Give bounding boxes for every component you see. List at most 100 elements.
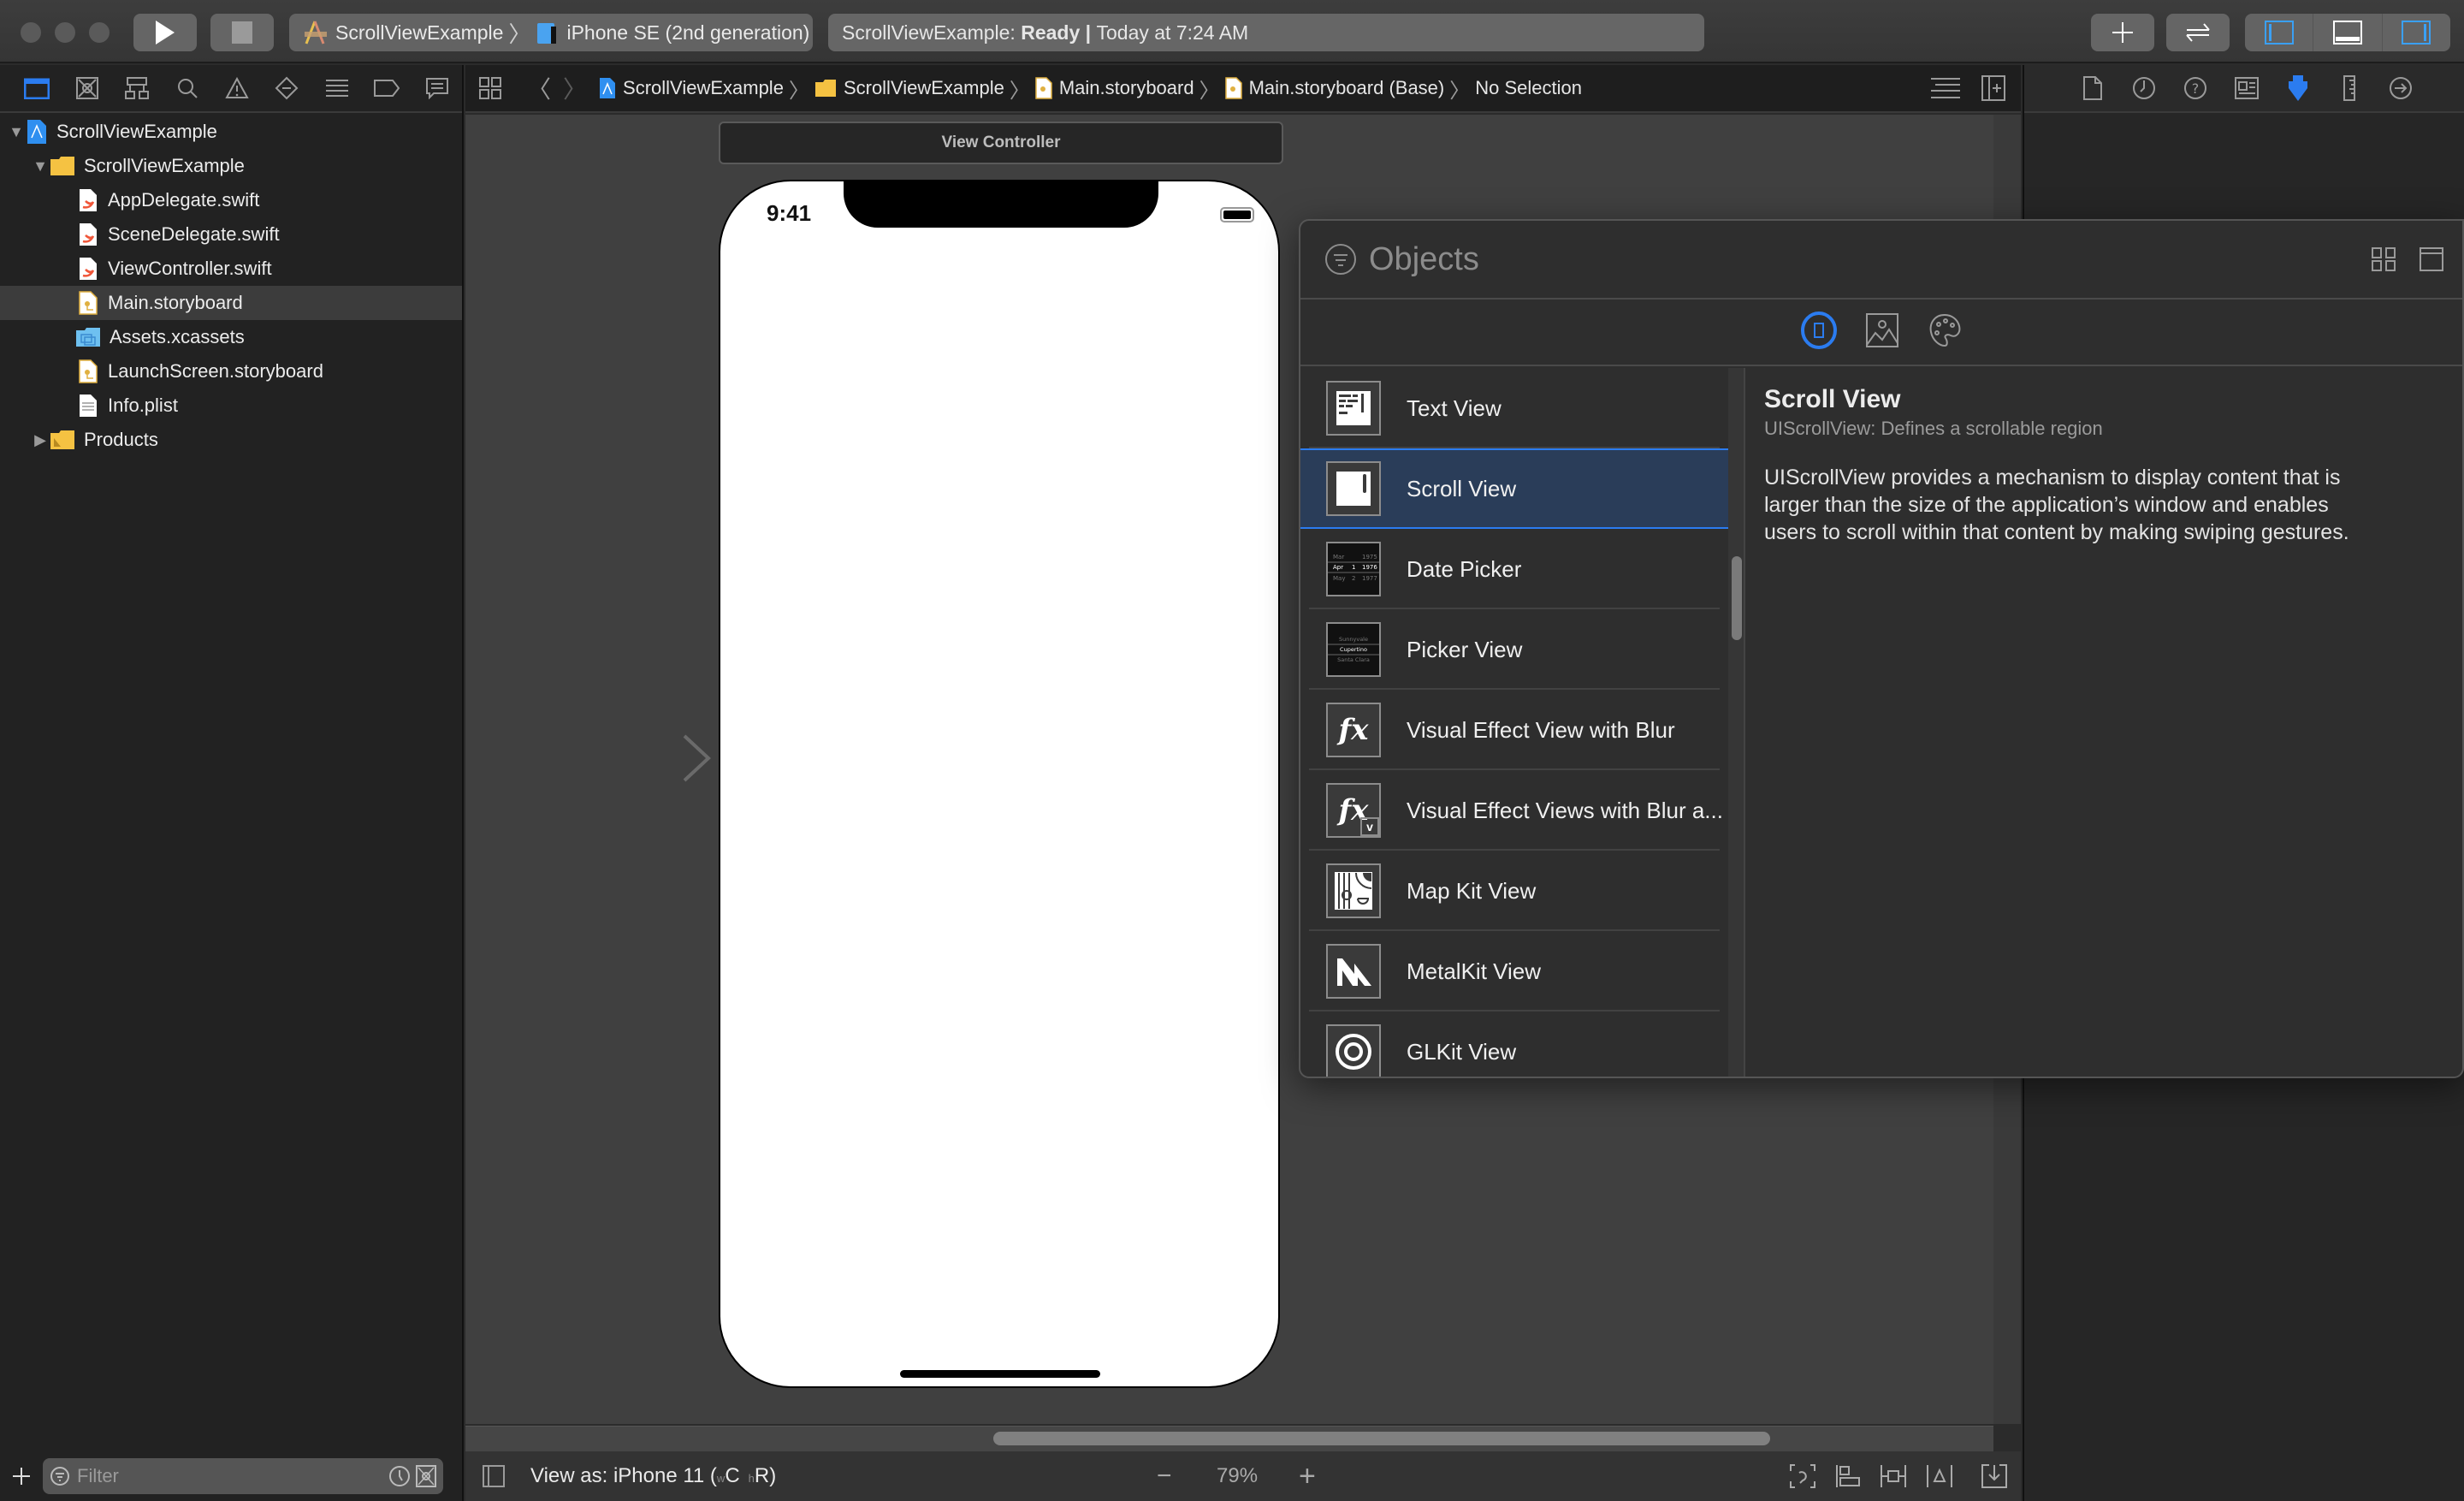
code-review-button[interactable] — [2166, 14, 2230, 51]
library-search-input[interactable] — [1369, 240, 2366, 278]
disclosure-open-icon[interactable]: ▼ — [7, 123, 26, 141]
editor-options-icon[interactable] — [1930, 76, 1961, 100]
resolve-issues-icon[interactable] — [1981, 1464, 2007, 1488]
view-as-device-button[interactable]: View as: iPhone 11 ( w C h R) — [530, 1464, 776, 1488]
run-button[interactable] — [133, 14, 197, 51]
back-button[interactable]: 〈 — [527, 71, 551, 105]
stack-view-icon[interactable] — [1836, 1464, 1860, 1488]
tab-attributes-inspector[interactable] — [2272, 71, 2324, 105]
library-item-map-kit[interactable]: Map Kit View — [1300, 851, 1728, 931]
tab-identity-inspector[interactable] — [2221, 71, 2272, 105]
view-controller-scene[interactable]: 9:41 — [719, 180, 1280, 1388]
icon-view-button[interactable] — [2366, 242, 2401, 276]
library-item-picker-view[interactable]: Sunnyvale Cupertino Santa Clara Picker V… — [1300, 609, 1728, 690]
tree-item-group[interactable]: ▼ ScrollViewExample — [0, 149, 462, 183]
library-item-visual-effect-vibrancy[interactable]: fx v Visual Effect Views with Blur a... — [1300, 770, 1728, 851]
tab-history-inspector[interactable] — [2118, 71, 2170, 105]
breadcrumb-project[interactable]: ScrollViewExample — [599, 77, 784, 99]
tree-item-file[interactable]: Info.plist — [0, 389, 462, 423]
library-button[interactable] — [2091, 14, 2154, 51]
navigator-filter-input[interactable] — [77, 1465, 388, 1487]
disclosure-open-icon[interactable]: ▼ — [31, 157, 50, 175]
library-item-scroll-view[interactable]: Scroll View — [1300, 448, 1728, 529]
library-item-date-picker[interactable]: Mar 1975 Apr 1 1976 May 2 1977 Date Pick… — [1300, 529, 1728, 609]
tab-project-navigator[interactable] — [12, 71, 62, 105]
toggle-navigator-button[interactable] — [2245, 14, 2314, 51]
status-project: ScrollViewExample: — [842, 21, 1016, 44]
map-kit-icon — [1326, 863, 1381, 918]
toggle-debug-area-button[interactable] — [2313, 14, 2383, 51]
zoom-window-button[interactable] — [89, 22, 110, 43]
source-control-filter-icon[interactable] — [416, 1465, 436, 1487]
picker-row: Santa Clara — [1337, 656, 1370, 663]
tree-item-label: ViewController.swift — [108, 258, 272, 279]
tab-debug-navigator[interactable] — [312, 71, 362, 105]
tree-item-file[interactable]: LaunchScreen.storyboard — [0, 354, 462, 389]
recent-files-icon[interactable] — [388, 1465, 411, 1487]
tab-size-inspector[interactable] — [2324, 71, 2375, 105]
file-inspector-icon — [2083, 76, 2102, 100]
xcode-project-icon — [600, 78, 616, 98]
tab-file-inspector[interactable] — [2067, 71, 2118, 105]
tree-item-file[interactable]: Assets.xcassets — [0, 320, 462, 354]
breadcrumb-localization[interactable]: Main.storyboard (Base) — [1224, 77, 1444, 99]
tab-quick-help[interactable]: ? — [2170, 71, 2221, 105]
tree-item-file-selected[interactable]: Main.storyboard — [0, 286, 462, 320]
scene-dock[interactable]: View Controller — [719, 122, 1283, 164]
forward-button[interactable]: 〉 — [563, 71, 587, 105]
tree-item-project[interactable]: ▼ ScrollViewExample — [0, 115, 462, 149]
disclosure-closed-icon[interactable]: ▶ — [31, 431, 50, 449]
zoom-in-button[interactable]: + — [1299, 1460, 1316, 1493]
detail-view-button[interactable] — [2414, 242, 2449, 276]
breadcrumb-selection[interactable]: No Selection — [1475, 77, 1582, 99]
tab-issue-navigator[interactable] — [212, 71, 262, 105]
tab-breakpoint-navigator[interactable] — [362, 71, 412, 105]
stop-button[interactable] — [210, 14, 274, 51]
tab-objects-library[interactable] — [1800, 311, 1838, 353]
tab-symbol-navigator[interactable] — [112, 71, 162, 105]
tab-find-navigator[interactable] — [162, 71, 211, 105]
initial-view-controller-arrow-icon[interactable] — [577, 733, 714, 784]
horizontal-scroll-thumb[interactable] — [993, 1432, 1770, 1445]
tree-item-file[interactable]: SceneDelegate.swift — [0, 217, 462, 252]
add-file-icon[interactable] — [12, 1467, 31, 1486]
tab-test-navigator[interactable] — [262, 71, 311, 105]
add-constraints-icon[interactable] — [1927, 1464, 1952, 1488]
tab-color-library[interactable] — [1927, 312, 1963, 353]
date-picker-month: Mar — [1333, 554, 1344, 561]
library-list-scrollbar[interactable] — [1728, 368, 1744, 1077]
tab-report-navigator[interactable] — [412, 71, 462, 105]
breadcrumb-group[interactable]: ScrollViewExample — [814, 77, 1004, 99]
library-scroll-thumb[interactable] — [1732, 556, 1742, 640]
source-control-icon — [75, 77, 98, 99]
zoom-out-button[interactable]: − — [1157, 1462, 1172, 1491]
library-item-text-view[interactable]: Text View — [1300, 368, 1728, 448]
library-item-glkit[interactable]: GLKit View — [1300, 1012, 1728, 1077]
date-picker-year: 1975 — [1362, 554, 1377, 561]
scheme-selector[interactable]: ScrollViewExample 〉 iPhone SE (2nd gener… — [289, 14, 813, 51]
document-outline-toggle-icon[interactable] — [483, 1465, 505, 1487]
canvas-horizontal-scrollbar[interactable] — [465, 1426, 1993, 1451]
tab-connections-inspector[interactable] — [2375, 71, 2426, 105]
align-icon[interactable] — [1881, 1464, 1906, 1488]
navigator-filter-field[interactable] — [43, 1458, 443, 1494]
tab-source-control[interactable] — [62, 71, 111, 105]
add-editor-icon[interactable] — [1981, 75, 2005, 101]
tree-item-file[interactable]: AppDelegate.swift — [0, 183, 462, 217]
close-window-button[interactable] — [21, 22, 41, 43]
library-item-visual-effect[interactable]: fx Visual Effect View with Blur — [1300, 690, 1728, 770]
breadcrumb-label: ScrollViewExample — [623, 77, 784, 98]
tree-item-file[interactable]: ViewController.swift — [0, 252, 462, 286]
picker-row: Sunnyvale — [1339, 636, 1368, 643]
tree-item-group[interactable]: ▶ Products — [0, 423, 462, 457]
zoom-level: 79% — [1217, 1464, 1259, 1487]
toggle-inspector-button[interactable] — [2383, 14, 2450, 51]
library-item-metalkit[interactable]: MetalKit View — [1300, 931, 1728, 1012]
related-items-icon[interactable] — [479, 77, 501, 99]
height-class-prefix: h — [748, 1472, 755, 1485]
minimize-window-button[interactable] — [55, 22, 75, 43]
update-frames-icon[interactable] — [1790, 1464, 1815, 1488]
picker-row: Cupertino — [1340, 646, 1367, 653]
breadcrumb-file[interactable]: Main.storyboard — [1035, 77, 1194, 99]
tab-media-library[interactable] — [1865, 312, 1899, 353]
